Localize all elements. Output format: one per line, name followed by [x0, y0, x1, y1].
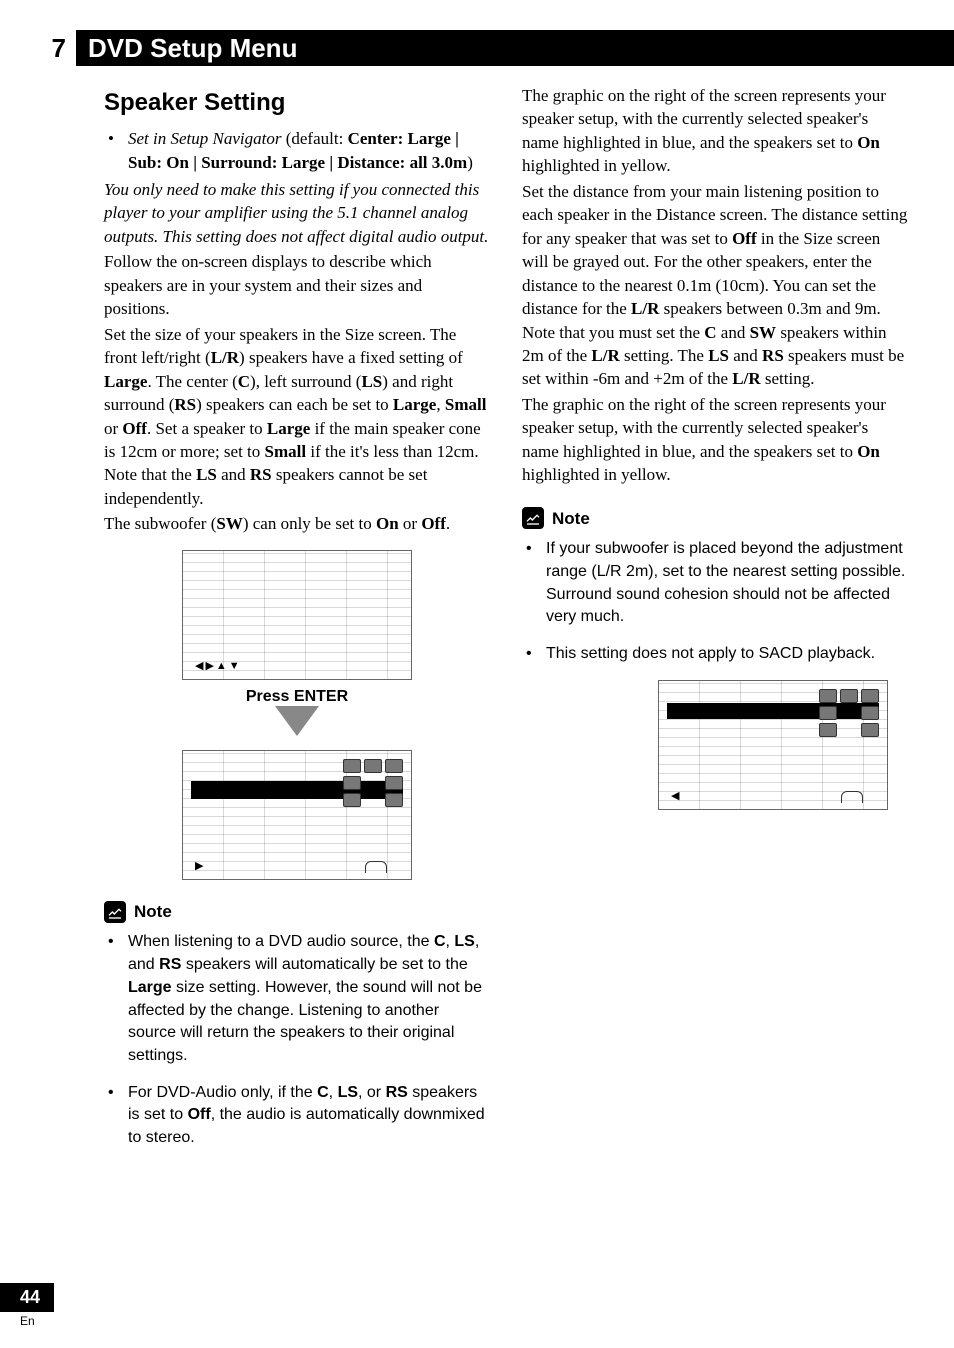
body-para: The graphic on the right of the screen r…: [522, 84, 908, 178]
osd-screenshot-speakers: ▶: [182, 750, 412, 880]
note-item: If your subwoofer is placed beyond the a…: [522, 538, 908, 629]
note-icon: [104, 901, 126, 923]
language-code: En: [20, 1314, 54, 1328]
default-setting-bullet: Set in Setup Navigator (default: Center:…: [104, 127, 490, 174]
body-para: The subwoofer (SW) can only be set to On…: [104, 512, 490, 535]
section-heading: Speaker Setting: [104, 86, 490, 119]
subwoofer-icon: [365, 861, 387, 873]
page-number: 44: [0, 1283, 54, 1312]
body-para: Follow the on-screen displays to describ…: [104, 250, 490, 320]
body-para: The graphic on the right of the screen r…: [522, 393, 908, 487]
note-item: For DVD-Audio only, if the C, LS, or RS …: [104, 1082, 490, 1150]
left-column: Speaker Setting Set in Setup Navigator (…: [104, 84, 490, 1164]
nav-play-icon: ▶: [195, 859, 205, 874]
note-item: When listening to a DVD audio source, th…: [104, 931, 490, 1067]
page-footer: 44 En: [0, 1283, 54, 1328]
nav-back-icon: ◀: [671, 789, 681, 804]
chapter-title: DVD Setup Menu: [76, 30, 954, 66]
note-heading: Note: [104, 900, 490, 923]
chapter-header: 7 DVD Setup Menu: [0, 30, 954, 66]
speaker-layout-icon: [343, 759, 403, 807]
speaker-layout-icon: [819, 689, 879, 737]
right-column: The graphic on the right of the screen r…: [522, 84, 908, 1164]
note-item: This setting does not apply to SACD play…: [522, 643, 908, 666]
body-para: Set the size of your speakers in the Siz…: [104, 323, 490, 511]
chapter-number: 7: [0, 30, 76, 66]
note-heading: Note: [522, 507, 908, 530]
press-enter-label: Press ENTER: [104, 686, 490, 708]
note-icon: [522, 507, 544, 529]
arrow-down-icon: [275, 706, 319, 736]
intro-note: You only need to make this setting if yo…: [104, 178, 490, 248]
subwoofer-icon: [841, 791, 863, 803]
nav-arrows-icon: ◀▶▲▼: [195, 659, 242, 674]
osd-screenshot-distance: ◀: [658, 680, 888, 810]
body-para: Set the distance from your main listenin…: [522, 180, 908, 391]
osd-screenshot-size: ◀▶▲▼: [182, 550, 412, 680]
